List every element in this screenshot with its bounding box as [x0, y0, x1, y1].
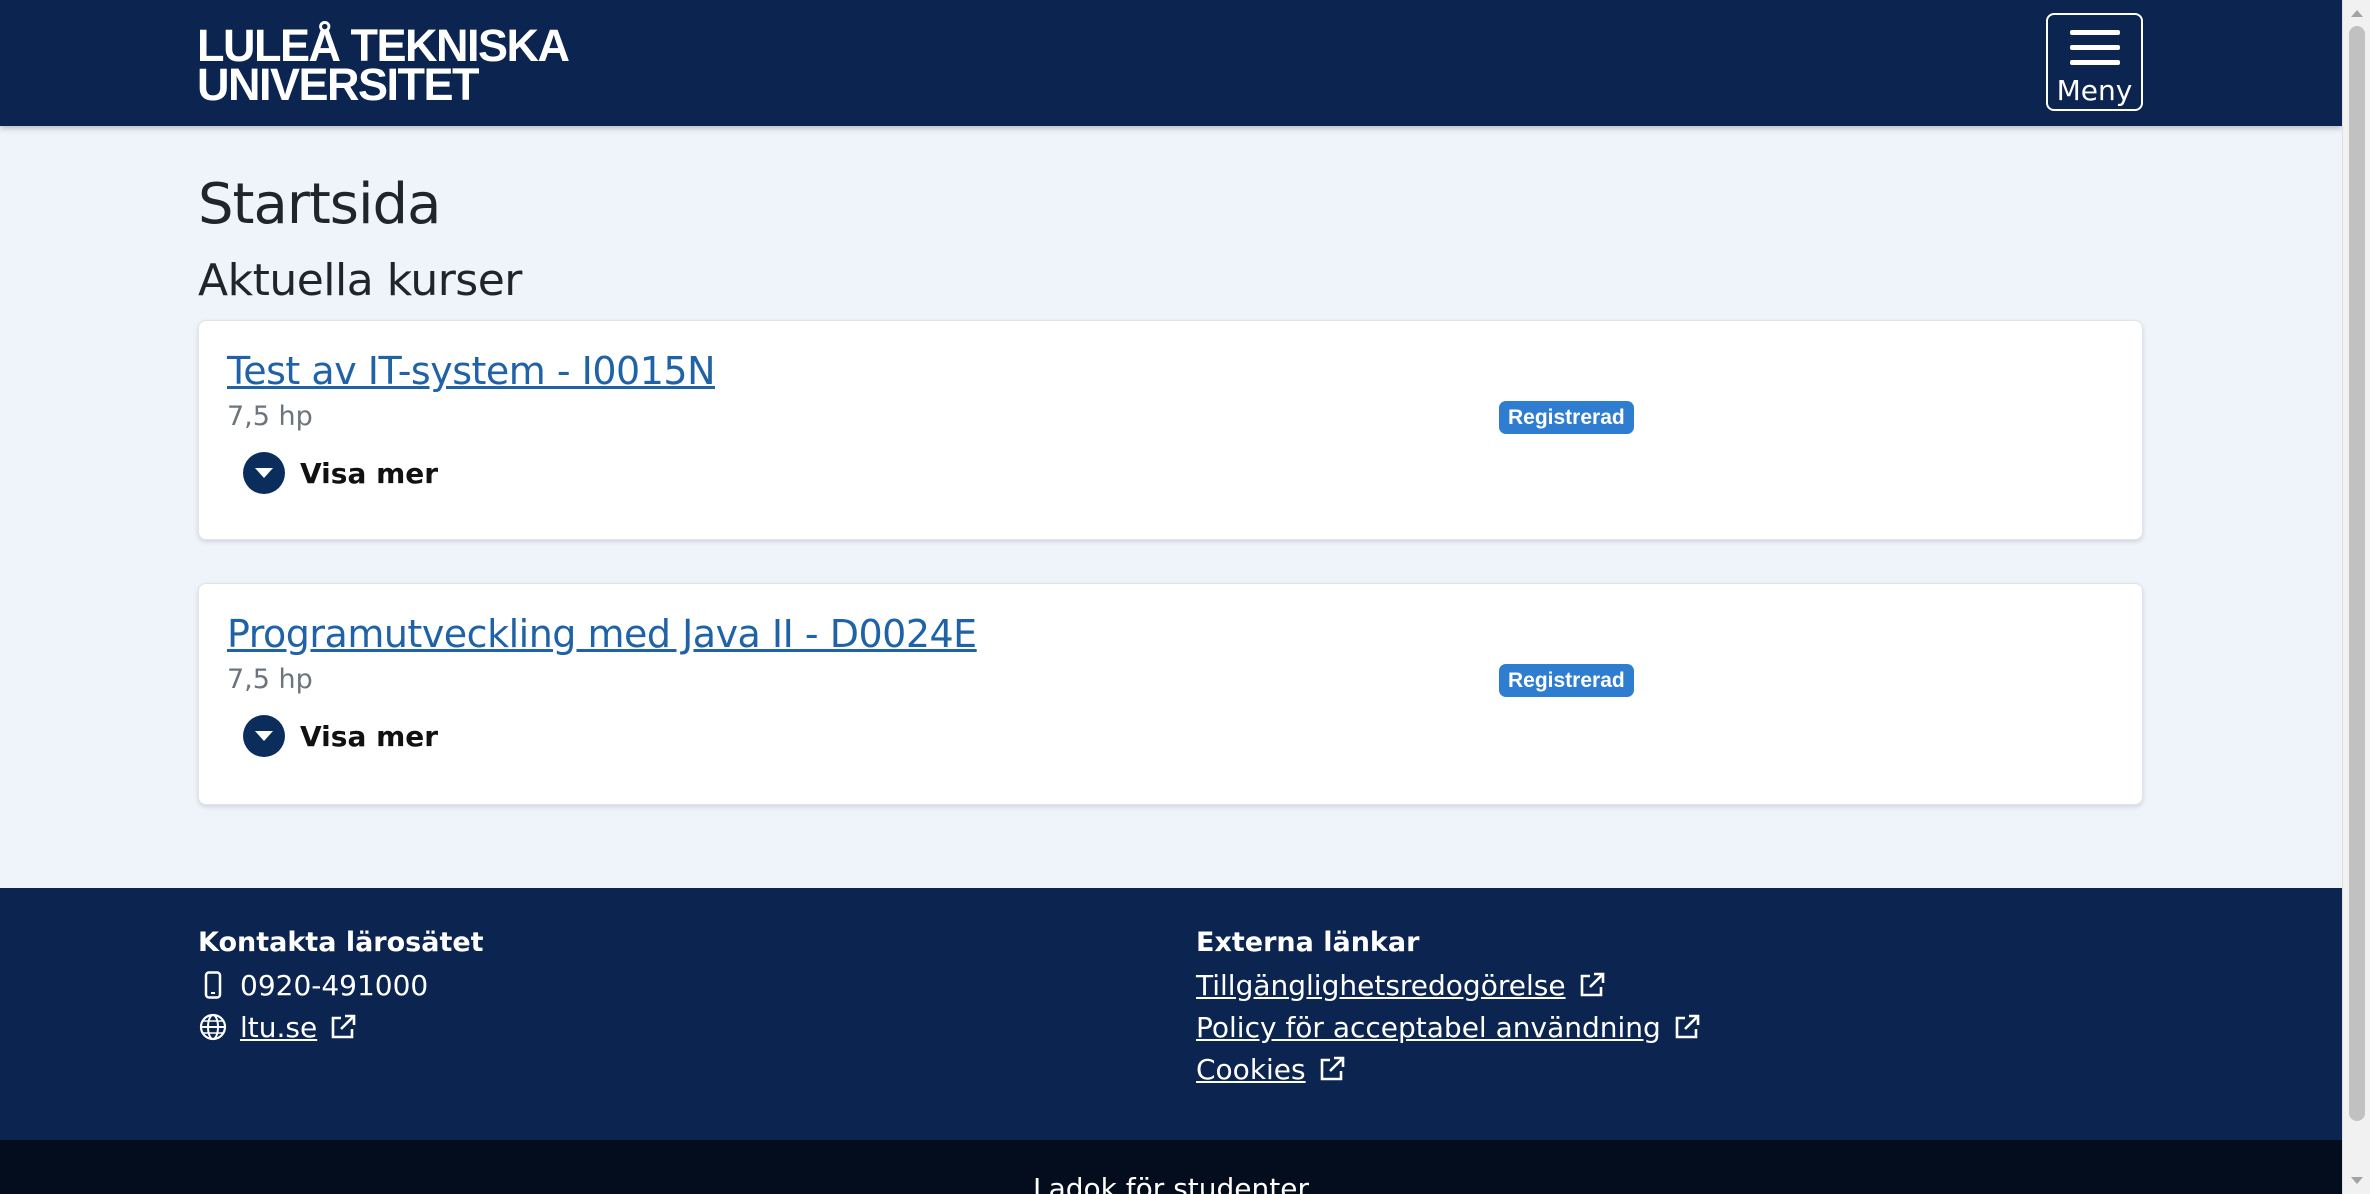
course-credits: 7,5 hp [227, 664, 313, 695]
phone-number: 0920-491000 [240, 968, 429, 1002]
external-link-icon [1673, 1013, 1701, 1041]
course-card: Programutveckling med Java II - D0024E 7… [198, 583, 2143, 805]
website-row: ltu.se [198, 1006, 484, 1048]
bottom-bar: Ladok för studenter [0, 1140, 2342, 1194]
external-heading: Externa länkar [1196, 927, 1420, 958]
external-links-section: Externa länkar Tillgänglighetsredogörels… [1196, 922, 1701, 1090]
section-title: Aktuella kurser [198, 255, 522, 306]
course-title-link[interactable]: Programutveckling med Java II - D0024E [227, 612, 977, 656]
site-header: LULEÅ TEKNISKA UNIVERSITET Meny [0, 0, 2342, 126]
university-logo[interactable]: LULEÅ TEKNISKA UNIVERSITET [197, 23, 570, 107]
scrollbar-thumb[interactable] [2349, 26, 2365, 1121]
chevron-down-icon [243, 452, 285, 494]
chevron-down-icon [243, 715, 285, 757]
scroll-up-icon[interactable] [2351, 10, 2363, 17]
contact-heading: Kontakta lärosätet [198, 927, 484, 958]
site-footer: Kontakta lärosätet 0920-491000 ltu.se Ex… [0, 888, 2342, 1140]
globe-icon [198, 1012, 228, 1042]
show-more-toggle[interactable]: Visa mer [243, 451, 438, 495]
show-more-label: Visa mer [300, 456, 439, 490]
menu-button[interactable]: Meny [2046, 13, 2143, 111]
page-title: Startsida [198, 172, 441, 237]
course-credits: 7,5 hp [227, 401, 313, 432]
menu-label: Meny [2056, 74, 2133, 107]
bottom-bar-text: Ladok för studenter [1033, 1172, 1309, 1194]
scroll-down-icon[interactable] [2351, 1177, 2363, 1184]
phone-icon [198, 970, 228, 1000]
external-link-icon [1578, 971, 1606, 999]
vertical-scrollbar[interactable] [2342, 0, 2370, 1194]
external-link-row: Tillgänglighetsredogörelse [1196, 964, 1701, 1006]
external-link-icon [329, 1013, 357, 1041]
course-card: Test av IT-system - I0015N 7,5 hp Regist… [198, 320, 2143, 540]
course-title-link[interactable]: Test av IT-system - I0015N [227, 349, 716, 393]
phone-row: 0920-491000 [198, 964, 484, 1006]
hamburger-icon [2070, 30, 2120, 66]
external-link-icon [1318, 1055, 1346, 1083]
accessibility-link[interactable]: Tillgänglighetsredogörelse [1196, 969, 1566, 1002]
external-link-row: Policy för acceptabel användning [1196, 1006, 1701, 1048]
show-more-label: Visa mer [300, 719, 439, 753]
show-more-toggle[interactable]: Visa mer [243, 714, 438, 758]
website-link[interactable]: ltu.se [240, 1011, 317, 1044]
status-badge: Registrerad [1499, 664, 1634, 697]
cookies-link[interactable]: Cookies [1196, 1053, 1306, 1086]
contact-section: Kontakta lärosätet 0920-491000 ltu.se [198, 922, 484, 1048]
status-badge: Registrerad [1499, 401, 1634, 434]
external-link-row: Cookies [1196, 1048, 1701, 1090]
policy-link[interactable]: Policy för acceptabel användning [1196, 1011, 1661, 1044]
